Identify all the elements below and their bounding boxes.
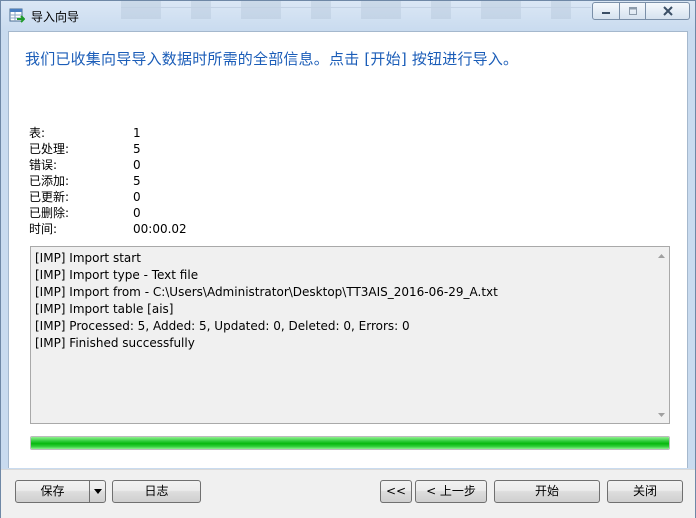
log-button[interactable]: 日志 xyxy=(112,480,201,503)
stat-row-added: 已添加: 5 xyxy=(29,173,187,189)
wizard-content: 我们已收集向导导入数据时所需的全部信息。点击 [开始] 按钮进行导入。 表: 1… xyxy=(8,31,688,468)
log-line: [IMP] Import from - C:\Users\Administrat… xyxy=(35,285,498,299)
button-bar: 保存 日志 << < 上一步 开始 关闭 xyxy=(1,469,695,518)
import-statistics: 表: 1 已处理: 5 错误: 0 已添加: 5 已更新: 0 已删除: 0 时… xyxy=(29,125,187,237)
minimize-button[interactable] xyxy=(592,2,620,20)
stat-value: 0 xyxy=(133,206,141,220)
stat-row-time: 时间: 00:00.02 xyxy=(29,221,187,237)
stat-value: 5 xyxy=(133,142,141,156)
log-line: [IMP] Import start xyxy=(35,251,141,265)
stat-label: 已处理: xyxy=(29,142,70,156)
minimize-icon xyxy=(602,12,610,14)
background-window-ghost xyxy=(121,1,591,19)
stat-label: 表: xyxy=(29,126,46,140)
scroll-up-icon[interactable] xyxy=(657,251,666,260)
back-button[interactable]: < 上一步 xyxy=(415,480,487,503)
stat-label: 已删除: xyxy=(29,206,70,220)
window-controls xyxy=(592,2,690,20)
stat-label: 错误: xyxy=(29,158,58,172)
start-button[interactable]: 开始 xyxy=(494,480,600,503)
stat-value: 00:00.02 xyxy=(133,222,187,236)
stat-label: 已更新: xyxy=(29,190,70,204)
stat-label: 已添加: xyxy=(29,174,70,188)
import-wizard-icon xyxy=(9,8,26,24)
stat-value: 0 xyxy=(133,190,141,204)
stat-label: 时间: xyxy=(29,222,58,236)
save-split-button: 保存 xyxy=(15,480,106,503)
log-scrollbar[interactable] xyxy=(654,247,669,423)
import-log[interactable]: [IMP] Import start [IMP] Import type - T… xyxy=(30,246,670,424)
log-line: [IMP] Finished successfully xyxy=(35,336,195,350)
stat-value: 5 xyxy=(133,174,141,188)
stat-value: 1 xyxy=(133,126,141,140)
log-line: [IMP] Processed: 5, Added: 5, Updated: 0… xyxy=(35,319,410,333)
scroll-down-icon[interactable] xyxy=(657,410,666,419)
stat-row-deleted: 已删除: 0 xyxy=(29,205,187,221)
chevron-down-icon xyxy=(93,489,102,494)
import-wizard-window: 导入向导 我们已收集向导导入数据时所需的全部信息。点击 [开始] 按钮进行导入。… xyxy=(0,0,696,518)
log-line: [IMP] Import type - Text file xyxy=(35,268,199,282)
close-button[interactable]: 关闭 xyxy=(607,480,683,503)
save-dropdown-button[interactable] xyxy=(89,480,106,503)
stat-value: 0 xyxy=(133,158,141,172)
stat-row-updated: 已更新: 0 xyxy=(29,189,187,205)
close-window-button[interactable] xyxy=(646,2,690,20)
log-line: [IMP] Import table [ais] xyxy=(35,302,174,316)
first-page-button[interactable]: << xyxy=(380,480,412,503)
stat-row-errors: 错误: 0 xyxy=(29,157,187,173)
title-bar[interactable]: 导入向导 xyxy=(1,1,695,31)
maximize-button[interactable] xyxy=(620,2,646,20)
summary-headline: 我们已收集向导导入数据时所需的全部信息。点击 [开始] 按钮进行导入。 xyxy=(25,50,519,68)
window-title: 导入向导 xyxy=(31,10,80,24)
save-button[interactable]: 保存 xyxy=(15,480,90,503)
log-lines: [IMP] Import start [IMP] Import type - T… xyxy=(35,250,498,352)
close-icon xyxy=(662,6,673,16)
import-progress-bar xyxy=(30,436,670,450)
stat-row-processed: 已处理: 5 xyxy=(29,141,187,157)
progress-fill xyxy=(31,437,669,449)
maximize-icon xyxy=(628,7,637,15)
stat-row-table: 表: 1 xyxy=(29,125,187,141)
